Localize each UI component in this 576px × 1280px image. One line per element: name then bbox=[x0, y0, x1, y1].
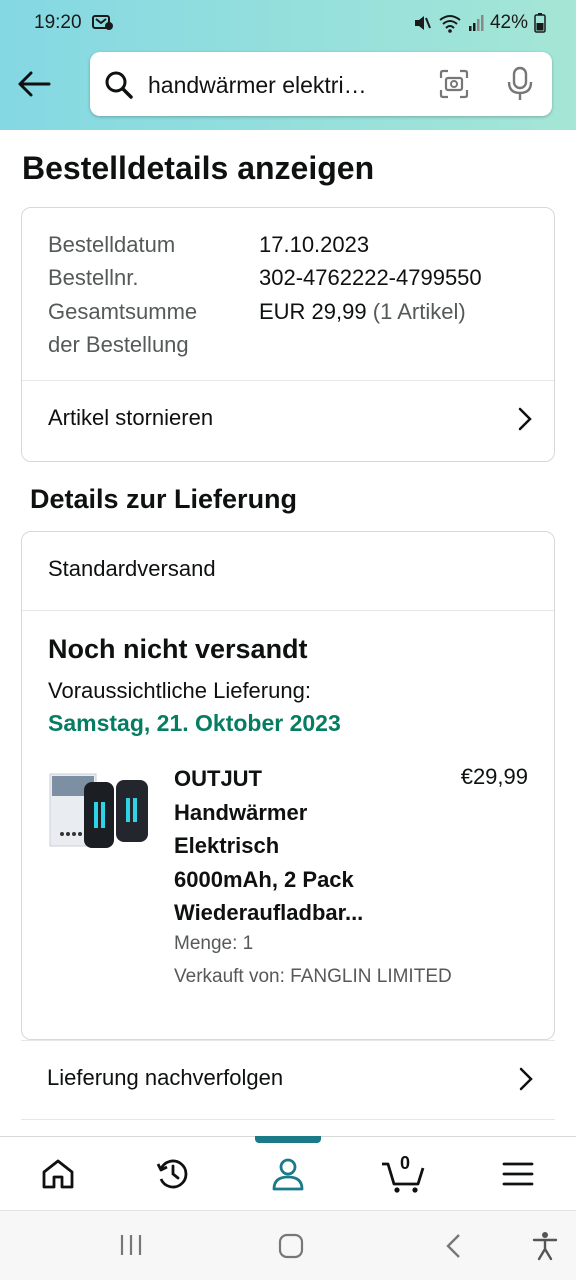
product-title-line: 6000mAh, 2 Pack bbox=[174, 866, 354, 892]
search-icon bbox=[104, 70, 134, 105]
account-icon bbox=[272, 1158, 303, 1191]
battery-percent: 42% bbox=[489, 12, 528, 33]
cart-count: 0 bbox=[400, 1153, 411, 1173]
nav-cart[interactable]: 0 bbox=[345, 1137, 460, 1211]
back-button[interactable] bbox=[14, 64, 54, 104]
accessibility-icon[interactable] bbox=[532, 1231, 558, 1266]
cancel-items-link[interactable]: Artikel stornieren bbox=[22, 381, 554, 461]
track-delivery-link[interactable]: Lieferung nachverfolgen bbox=[21, 1040, 555, 1120]
product-title-line: Wiederaufladbar... bbox=[174, 900, 364, 925]
search-bar[interactable]: handwärmer elektri… bbox=[90, 52, 552, 116]
divider bbox=[22, 610, 554, 611]
chevron-right-icon bbox=[518, 407, 532, 436]
signal-icon bbox=[468, 14, 484, 32]
order-total-amount: EUR 29,99 bbox=[259, 299, 367, 324]
track-delivery-label: Lieferung nachverfolgen bbox=[47, 1065, 284, 1090]
product-title-line: Elektrisch bbox=[174, 833, 280, 858]
delivery-card: Standardversand Noch nicht versandt Vora… bbox=[21, 531, 555, 1040]
order-summary-card: Bestelldatum 17.10.2023 Bestellnr. 302-4… bbox=[21, 207, 555, 462]
product-price: €29,99 bbox=[460, 764, 528, 789]
nav-menu[interactable] bbox=[460, 1137, 575, 1211]
orders-history-icon bbox=[156, 1159, 187, 1189]
cancel-items-label: Artikel stornieren bbox=[48, 405, 214, 430]
nav-account[interactable] bbox=[230, 1137, 345, 1211]
nav-orders[interactable] bbox=[115, 1137, 230, 1211]
shipment-status: Noch nicht versandt bbox=[48, 634, 308, 664]
menu-icon bbox=[502, 1162, 533, 1186]
product-title[interactable]: OUTJUT Handwärmer Elektrisch 6000mAh, 2 … bbox=[174, 762, 444, 930]
status-time: 19:20 bbox=[34, 12, 82, 33]
microphone-icon[interactable] bbox=[506, 66, 534, 107]
product-image[interactable] bbox=[48, 768, 152, 856]
notification-icon bbox=[92, 12, 114, 38]
order-total-value: EUR 29,99 (1 Artikel) bbox=[259, 295, 466, 328]
delivery-section-title: Details zur Lieferung bbox=[30, 484, 298, 514]
order-date-label: Bestelldatum bbox=[48, 232, 176, 257]
order-number-value: 302-4762222-4799550 bbox=[259, 265, 482, 290]
order-total-label-line2: der Bestellung bbox=[48, 332, 189, 357]
wifi-icon bbox=[438, 13, 462, 33]
order-total-label: Gesamtsumme bbox=[48, 299, 198, 324]
chevron-right-icon bbox=[519, 1067, 533, 1096]
home-icon bbox=[42, 1159, 73, 1189]
product-quantity: Menge: 1 bbox=[174, 933, 254, 954]
arrow-left-icon bbox=[18, 71, 51, 97]
camera-scan-icon[interactable] bbox=[438, 68, 470, 105]
home-button[interactable] bbox=[278, 1233, 304, 1264]
system-nav-bar bbox=[0, 1210, 576, 1280]
bottom-nav: 0 bbox=[0, 1136, 576, 1210]
battery-icon bbox=[534, 13, 546, 33]
status-bar: 19:20 42% bbox=[0, 0, 576, 46]
order-item-count: (1 Artikel) bbox=[372, 299, 466, 324]
mute-icon bbox=[412, 13, 432, 33]
page-title: Bestelldetails anzeigen bbox=[22, 150, 375, 186]
order-date-value: 17.10.2023 bbox=[259, 232, 370, 257]
eta-date: Samstag, 21. Oktober 2023 bbox=[48, 710, 341, 736]
nav-home[interactable] bbox=[0, 1137, 115, 1211]
shipping-method: Standardversand bbox=[48, 556, 216, 581]
product-title-line: Handwärmer bbox=[174, 799, 308, 825]
order-number-label: Bestellnr. bbox=[48, 265, 139, 290]
product-seller: Verkauft von: FANGLIN LIMITED bbox=[174, 966, 452, 987]
recent-apps-button[interactable] bbox=[118, 1233, 144, 1262]
eta-label: Voraussichtliche Lieferung: bbox=[48, 678, 311, 703]
system-back-button[interactable] bbox=[444, 1233, 462, 1264]
app-header: 19:20 42% handwärmer elektri… bbox=[0, 0, 576, 130]
search-input[interactable]: handwärmer elektri… bbox=[148, 72, 418, 99]
product-title-line: OUTJUT bbox=[174, 766, 262, 791]
